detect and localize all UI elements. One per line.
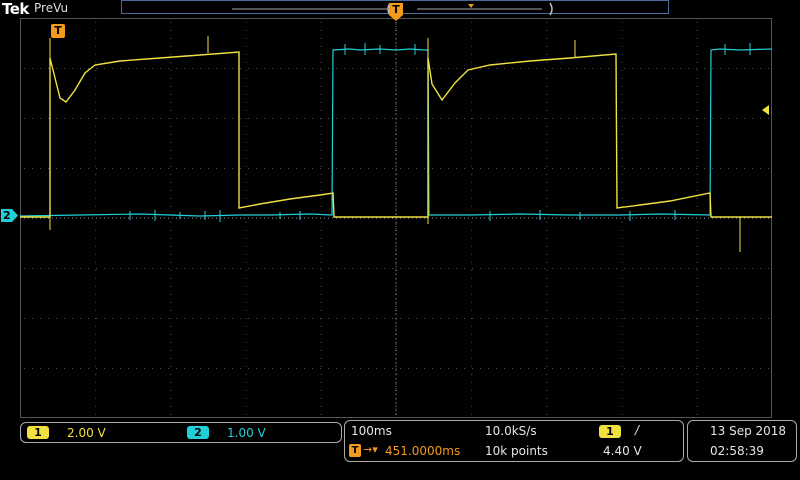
ch1-spikes (49, 36, 741, 252)
trigger-delay-arrow-icon: →▾ (363, 443, 378, 456)
ch2-marker-label: 2 (3, 209, 11, 222)
acquisition-panel[interactable]: 100ms 10.0kS/s T →▾ 451.0000ms 10k point… (344, 420, 684, 462)
trigger-delay-icon: T (349, 444, 361, 457)
ch2-ground-marker[interactable]: 2 (0, 208, 18, 223)
ch2-badge[interactable]: 2 (187, 426, 209, 439)
expansion-point-icon (468, 4, 474, 8)
trigger-source-badge[interactable]: 1 (599, 425, 621, 438)
time: 02:58:39 (710, 444, 764, 458)
sample-rate: 10.0kS/s (485, 424, 537, 438)
ch2-scale: 1.00 V (227, 426, 266, 440)
trigger-delay: 451.0000ms (385, 444, 461, 458)
datetime-panel[interactable]: 13 Sep 2018 02:58:39 (687, 420, 797, 462)
acquisition-mode: PreVu (34, 1, 69, 15)
bracket-right-icon (549, 2, 553, 16)
ch1-scale: 2.00 V (67, 426, 106, 440)
date: 13 Sep 2018 (710, 424, 787, 438)
waveform-display[interactable]: T (19, 18, 773, 418)
ch2-noise (129, 43, 751, 222)
channel-scale-panel[interactable]: 1 2.00 V 2 1.00 V (20, 422, 342, 443)
trigger-point-marker[interactable]: T (51, 24, 65, 38)
trigger-expansion-label: T (392, 3, 400, 16)
trigger-expansion-marker[interactable]: T (389, 3, 403, 21)
record-length: 10k points (485, 444, 548, 458)
trigger-point-label: T (54, 24, 62, 37)
trigger-slope-icon: / (635, 423, 640, 437)
ch1-badge[interactable]: 1 (27, 426, 49, 439)
trigger-level: 4.40 V (603, 444, 642, 458)
timebase: 100ms (351, 424, 392, 438)
status-bar: 1 2.00 V 2 1.00 V 100ms 10.0kS/s T →▾ 45… (0, 418, 800, 480)
brand-logo: Tek (2, 0, 29, 18)
